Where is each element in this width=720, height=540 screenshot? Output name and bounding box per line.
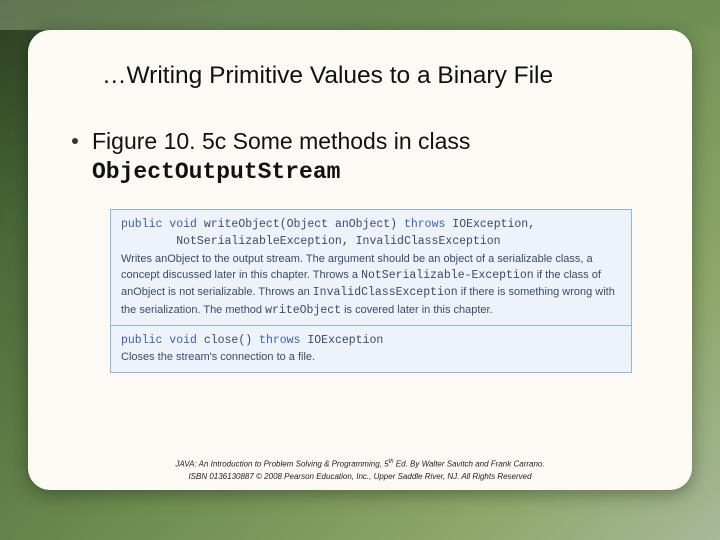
footer-line-2: ISBN 0136130887 © 2008 Pearson Education… (28, 471, 692, 484)
class-name: ObjectOutputStream (92, 159, 660, 185)
api-description: Writes anObject to the output stream. Th… (121, 251, 621, 319)
bullet-row: Figure 10. 5c Some methods in class (72, 126, 660, 157)
footer-line-1: JAVA: An Introduction to Problem Solving… (28, 458, 692, 471)
footer: JAVA: An Introduction to Problem Solving… (28, 458, 692, 484)
api-entry: public void close() throws IOException C… (111, 325, 631, 372)
api-signature: public void close() throws IOException (121, 332, 621, 349)
api-table: public void writeObject(Object anObject)… (110, 209, 632, 373)
slide-card: …Writing Primitive Values to a Binary Fi… (28, 30, 692, 490)
bullet-dot (72, 138, 78, 144)
api-signature: public void writeObject(Object anObject)… (121, 216, 621, 251)
bg-decoration (0, 0, 720, 30)
footer-text: JAVA: An Introduction to Problem Solving… (175, 459, 388, 468)
slide-title: …Writing Primitive Values to a Binary Fi… (102, 62, 660, 90)
api-description: Closes the stream's connection to a file… (121, 349, 621, 366)
api-entry: public void writeObject(Object anObject)… (111, 210, 631, 325)
footer-text: Ed. By Walter Savitch and Frank Carrano. (394, 459, 545, 468)
bullet-text: Figure 10. 5c Some methods in class (92, 126, 470, 157)
